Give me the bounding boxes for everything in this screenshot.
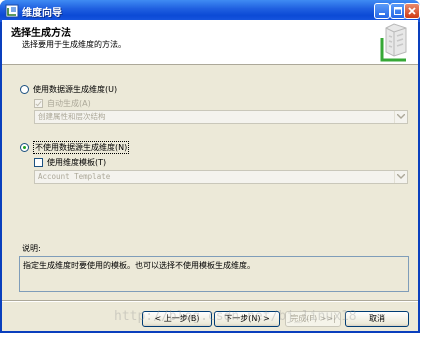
use-source-label: 使用数据源生成维度(U) (33, 85, 118, 94)
description-label: 说明: (22, 244, 41, 253)
wizard-icon (5, 4, 19, 18)
use-template-label: 使用维度模板(T) (47, 158, 107, 167)
next-button[interactable]: 下一步(N) > (214, 311, 280, 327)
description-text: 指定生成维度时要使用的模板。也可以选择不使用模板生成维度。 (23, 261, 255, 270)
option-use-template[interactable]: 使用维度模板(T) (34, 157, 106, 168)
option-auto-build: 自动生成(A) (34, 98, 91, 109)
window-title: 维度向导 (22, 8, 62, 19)
minimize-icon (379, 13, 385, 15)
no-source-radio[interactable] (20, 143, 29, 152)
use-source-radio[interactable] (20, 85, 29, 94)
chevron-down-icon (397, 174, 405, 179)
dropdown-arrow[interactable] (394, 111, 407, 123)
close-icon (408, 7, 416, 15)
button-separator (2, 300, 418, 302)
option-use-source[interactable]: 使用数据源生成维度(U) (20, 84, 117, 95)
no-source-label: 不使用数据源生成维度(N) (33, 141, 130, 154)
back-button[interactable]: < 上一步(B) (142, 311, 212, 327)
auto-build-select[interactable]: 创建属性和层次结构 (34, 110, 408, 124)
template-select[interactable]: Account Template (34, 170, 408, 184)
maximize-icon (394, 7, 402, 15)
dropdown-arrow[interactable] (394, 171, 407, 183)
wizard-header: 选择生成方法 选择要用于生成维度的方法。 (2, 20, 418, 65)
close-button[interactable] (404, 3, 420, 19)
minimize-button[interactable] (374, 3, 390, 19)
page-title: 选择生成方法 (11, 28, 71, 39)
title-bar[interactable]: 维度向导 (0, 0, 420, 22)
auto-build-checkbox[interactable] (34, 99, 43, 108)
dimension-wizard-graphic-icon (380, 23, 407, 62)
auto-build-select-value: 创建属性和层次结构 (38, 112, 106, 121)
finish-button[interactable]: 完成(F) >>| (285, 311, 341, 327)
wizard-window: 维度向导 选择生成方法 选择要用于生成维度的方法。 使用数据源生成维度(U) 自… (0, 0, 420, 333)
option-no-source[interactable]: 不使用数据源生成维度(N) (20, 141, 130, 154)
chevron-down-icon (397, 114, 405, 119)
cancel-button[interactable]: 取消 (345, 311, 409, 327)
auto-build-label: 自动生成(A) (47, 99, 91, 108)
description-box: 指定生成维度时要使用的模板。也可以选择不使用模板生成维度。 (19, 256, 409, 292)
template-select-value: Account Template (38, 172, 111, 181)
use-template-checkbox[interactable] (34, 158, 43, 167)
page-subtitle: 选择要用于生成维度的方法。 (22, 40, 126, 49)
